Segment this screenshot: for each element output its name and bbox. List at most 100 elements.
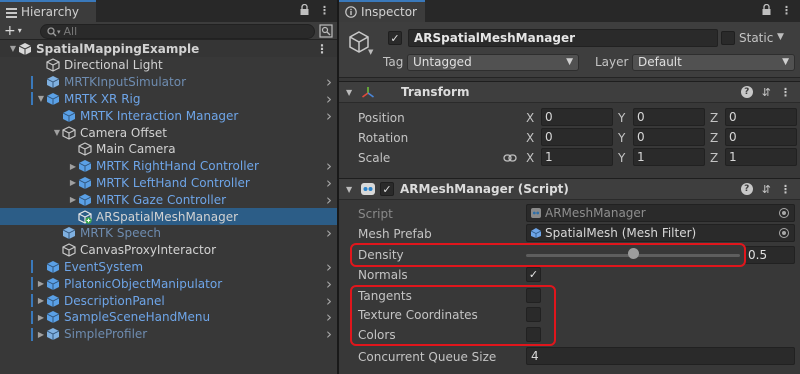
hierarchy-item[interactable]: ARSpatialMeshManager (0, 208, 337, 225)
inspector-tab[interactable]: Inspector (339, 0, 425, 22)
foldout-closed-icon[interactable]: ▶ (68, 178, 78, 187)
object-picker-icon[interactable] (779, 208, 789, 218)
open-prefab-chevron-icon[interactable]: › (326, 191, 332, 209)
gameobject-icon (62, 243, 76, 257)
foldout-arrow-icon[interactable]: ▼ (346, 88, 352, 97)
hierarchy-item[interactable]: MRTK Speech › (0, 224, 337, 242)
static-chevron-down-icon[interactable]: ▼ (777, 32, 784, 42)
foldout-closed-icon[interactable]: ▶ (36, 330, 46, 339)
script-field[interactable]: ARMeshManager (526, 204, 795, 222)
hierarchy-item[interactable]: CanvasProxyInteractor (0, 242, 337, 259)
open-prefab-chevron-icon[interactable]: › (326, 107, 332, 125)
component-menu-icon[interactable]: ⋮ (780, 86, 791, 99)
hierarchy-item[interactable]: ▶ MRTK RightHand Controller › (0, 157, 337, 175)
armeshmanager-header[interactable]: ▼ ✓ ARMeshManager (Script) ? ⇵ ⋮ (339, 178, 800, 200)
hierarchy-item[interactable]: MRTK Interaction Manager › (0, 107, 337, 125)
create-button[interactable]: + ▾ (4, 23, 22, 39)
gameobject-name-field[interactable]: ARSpatialMeshManager (408, 29, 718, 47)
open-prefab-chevron-icon[interactable]: › (326, 308, 332, 326)
tab-menu-icon[interactable]: ⋮ (319, 4, 330, 17)
hierarchy-item[interactable]: ▶ SampleSceneHandMenu › (0, 308, 337, 326)
chevron-down-icon: ▾ (17, 26, 22, 35)
open-prefab-chevron-icon[interactable]: › (326, 157, 332, 175)
open-prefab-chevron-icon[interactable]: › (326, 224, 332, 242)
foldout-closed-icon[interactable]: ▶ (36, 313, 46, 322)
hierarchy-item[interactable]: ▼ MRTK XR Rig › (0, 90, 337, 108)
foldout-closed-icon[interactable]: ▶ (68, 195, 78, 204)
hierarchy-item[interactable]: ▶ MRTK LeftHand Controller › (0, 174, 337, 192)
options-highlight-box (350, 285, 556, 346)
tag-dropdown[interactable]: Untagged ▼ (407, 54, 579, 71)
hierarchy-item[interactable]: ▶ MRTK Gaze Controller › (0, 191, 337, 209)
transform-scale-z-field[interactable]: 1 (725, 148, 797, 166)
axis-z-label[interactable]: Z (710, 111, 718, 125)
foldout-open-icon[interactable]: ▼ (52, 128, 62, 137)
hierarchy-item[interactable]: ▶ DescriptionPanel › (0, 292, 337, 310)
open-prefab-chevron-icon[interactable]: › (326, 90, 332, 108)
help-icon[interactable]: ? (740, 85, 753, 98)
foldout-closed-icon[interactable]: ▶ (36, 296, 46, 305)
foldout-closed-icon[interactable]: ▶ (36, 279, 46, 288)
density-value-field[interactable]: 0.5 (744, 246, 795, 264)
open-prefab-chevron-icon[interactable]: › (326, 174, 332, 192)
axis-y-label[interactable]: Y (618, 151, 625, 165)
scene-row[interactable]: ▼ SpatialMappingExample ⋮ (0, 40, 337, 57)
axis-y-label[interactable]: Y (618, 131, 625, 145)
link-icon[interactable] (503, 153, 517, 163)
foldout-closed-icon[interactable]: ▶ (68, 162, 78, 171)
transform-rotation-z-field[interactable]: 0 (725, 128, 797, 146)
open-prefab-chevron-icon[interactable]: › (326, 325, 332, 343)
component-menu-icon[interactable]: ⋮ (780, 183, 791, 196)
scene-search-icon[interactable] (319, 24, 333, 38)
hierarchy-item[interactable]: Directional Light (0, 57, 337, 74)
axis-y-label[interactable]: Y (618, 111, 625, 125)
concurrent-queue-size-label: Concurrent Queue Size (358, 350, 497, 364)
normals-checkbox[interactable]: ✓ (526, 267, 541, 282)
static-checkbox[interactable] (721, 31, 735, 45)
hierarchy-item[interactable]: Main Camera (0, 141, 337, 158)
transform-scale-y-field[interactable]: 1 (633, 148, 705, 166)
layer-dropdown[interactable]: Default ▼ (632, 54, 795, 71)
axis-x-label[interactable]: X (526, 151, 534, 165)
prefab-icon (46, 75, 60, 89)
transform-header[interactable]: ▼ Transform ? ⇵ ⋮ (339, 81, 800, 103)
mesh-prefab-field[interactable]: SpatialMesh (Mesh Filter) (526, 224, 795, 242)
foldout-arrow-icon[interactable]: ▼ (346, 185, 352, 194)
hierarchy-tab[interactable]: Hierarchy (0, 0, 96, 22)
axis-x-label[interactable]: X (526, 131, 534, 145)
axis-z-label[interactable]: Z (710, 131, 718, 145)
hierarchy-item[interactable]: EventSystem › (0, 258, 337, 276)
presets-icon[interactable]: ⇵ (762, 183, 771, 196)
open-prefab-chevron-icon[interactable]: › (326, 292, 332, 310)
transform-position-y-field[interactable]: 0 (633, 108, 705, 126)
icon-dropdown-caret-icon[interactable]: ▼ (368, 48, 373, 56)
gameobject-active-checkbox[interactable]: ✓ (388, 31, 402, 45)
hierarchy-item[interactable]: ▶ PlatonicObjectManipulator › (0, 275, 337, 293)
transform-position-z-field[interactable]: 0 (725, 108, 797, 126)
transform-position-x-field[interactable]: 0 (541, 108, 613, 126)
component-enabled-checkbox[interactable]: ✓ (380, 182, 394, 196)
tab-menu-icon[interactable]: ⋮ (781, 4, 792, 17)
presets-icon[interactable]: ⇵ (762, 86, 771, 99)
axis-z-label[interactable]: Z (710, 151, 718, 165)
help-icon[interactable]: ? (740, 182, 753, 195)
hierarchy-item[interactable]: ▼ Camera Offset (0, 124, 337, 141)
open-prefab-chevron-icon[interactable]: › (326, 258, 332, 276)
open-prefab-chevron-icon[interactable]: › (326, 275, 332, 293)
hierarchy-search-input[interactable]: ▾ All (40, 24, 315, 39)
prefab-icon (62, 226, 76, 240)
open-prefab-chevron-icon[interactable]: › (326, 73, 332, 91)
scene-menu-icon[interactable]: ⋮ (316, 42, 328, 56)
transform-rotation-x-field[interactable]: 0 (541, 128, 613, 146)
axis-x-label[interactable]: X (526, 111, 534, 125)
hierarchy-item[interactable]: ▶ SimpleProfiler › (0, 325, 337, 343)
prefab-icon (46, 327, 60, 341)
transform-scale-x-field[interactable]: 1 (541, 148, 613, 166)
hierarchy-item[interactable]: MRTKInputSimulator › (0, 73, 337, 91)
transform-rotation-y-field[interactable]: 0 (633, 128, 705, 146)
foldout-open-icon[interactable]: ▼ (36, 94, 46, 103)
concurrent-queue-size-field[interactable]: 4 (526, 347, 795, 365)
lock-icon[interactable] (300, 4, 309, 15)
lock-icon[interactable] (762, 4, 771, 15)
object-picker-icon[interactable] (779, 228, 789, 238)
